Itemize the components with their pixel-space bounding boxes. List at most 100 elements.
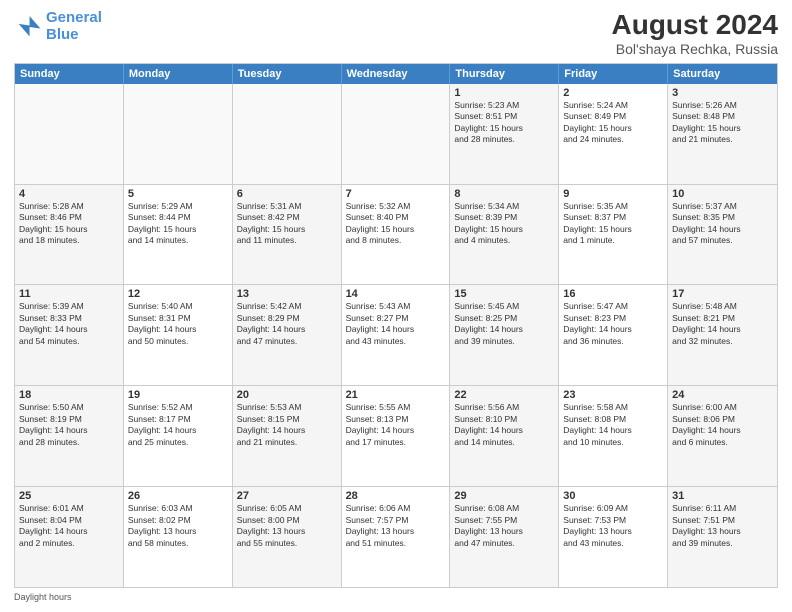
calendar-cell: 26Sunrise: 6:03 AMSunset: 8:02 PMDayligh…: [124, 487, 233, 587]
calendar-cell: 8Sunrise: 5:34 AMSunset: 8:39 PMDaylight…: [450, 185, 559, 285]
calendar-cell: 14Sunrise: 5:43 AMSunset: 8:27 PMDayligh…: [342, 285, 451, 385]
calendar-week-5: 25Sunrise: 6:01 AMSunset: 8:04 PMDayligh…: [15, 486, 777, 587]
calendar-cell: 31Sunrise: 6:11 AMSunset: 7:51 PMDayligh…: [668, 487, 777, 587]
calendar-cell: 15Sunrise: 5:45 AMSunset: 8:25 PMDayligh…: [450, 285, 559, 385]
day-number: 1: [454, 87, 554, 99]
day-number: 8: [454, 188, 554, 200]
day-number: 2: [563, 87, 663, 99]
calendar-cell: 27Sunrise: 6:05 AMSunset: 8:00 PMDayligh…: [233, 487, 342, 587]
day-number: 10: [672, 188, 773, 200]
day-number: 17: [672, 288, 773, 300]
calendar-cell: 17Sunrise: 5:48 AMSunset: 8:21 PMDayligh…: [668, 285, 777, 385]
day-number: 23: [563, 389, 663, 401]
calendar-cell: 23Sunrise: 5:58 AMSunset: 8:08 PMDayligh…: [559, 386, 668, 486]
day-info: Sunrise: 5:48 AMSunset: 8:21 PMDaylight:…: [672, 301, 773, 347]
day-number: 27: [237, 490, 337, 502]
calendar-week-4: 18Sunrise: 5:50 AMSunset: 8:19 PMDayligh…: [15, 385, 777, 486]
day-number: 4: [19, 188, 119, 200]
footer-text: Daylight hours: [14, 592, 72, 602]
day-number: 11: [19, 288, 119, 300]
calendar-cell: 11Sunrise: 5:39 AMSunset: 8:33 PMDayligh…: [15, 285, 124, 385]
day-header-monday: Monday: [124, 64, 233, 84]
calendar-cell: 24Sunrise: 6:00 AMSunset: 8:06 PMDayligh…: [668, 386, 777, 486]
title-block: August 2024 Bol'shaya Rechka, Russia: [612, 10, 779, 57]
day-info: Sunrise: 5:35 AMSunset: 8:37 PMDaylight:…: [563, 201, 663, 247]
calendar-cell: 1Sunrise: 5:23 AMSunset: 8:51 PMDaylight…: [450, 84, 559, 184]
day-number: 28: [346, 490, 446, 502]
day-header-friday: Friday: [559, 64, 668, 84]
day-number: 15: [454, 288, 554, 300]
day-number: 26: [128, 490, 228, 502]
day-info: Sunrise: 5:23 AMSunset: 8:51 PMDaylight:…: [454, 100, 554, 146]
day-info: Sunrise: 5:37 AMSunset: 8:35 PMDaylight:…: [672, 201, 773, 247]
day-number: 21: [346, 389, 446, 401]
calendar-cell: 5Sunrise: 5:29 AMSunset: 8:44 PMDaylight…: [124, 185, 233, 285]
day-number: 20: [237, 389, 337, 401]
day-header-sunday: Sunday: [15, 64, 124, 84]
day-number: 22: [454, 389, 554, 401]
day-header-wednesday: Wednesday: [342, 64, 451, 84]
day-number: 5: [128, 188, 228, 200]
calendar-cell: [15, 84, 124, 184]
calendar-cell: 20Sunrise: 5:53 AMSunset: 8:15 PMDayligh…: [233, 386, 342, 486]
day-info: Sunrise: 5:53 AMSunset: 8:15 PMDaylight:…: [237, 402, 337, 448]
calendar-header: SundayMondayTuesdayWednesdayThursdayFrid…: [15, 64, 777, 84]
day-info: Sunrise: 5:47 AMSunset: 8:23 PMDaylight:…: [563, 301, 663, 347]
day-info: Sunrise: 6:09 AMSunset: 7:53 PMDaylight:…: [563, 503, 663, 549]
day-number: 9: [563, 188, 663, 200]
header: General Blue August 2024 Bol'shaya Rechk…: [14, 10, 778, 57]
day-number: 16: [563, 288, 663, 300]
calendar-cell: 19Sunrise: 5:52 AMSunset: 8:17 PMDayligh…: [124, 386, 233, 486]
day-info: Sunrise: 5:56 AMSunset: 8:10 PMDaylight:…: [454, 402, 554, 448]
day-info: Sunrise: 5:52 AMSunset: 8:17 PMDaylight:…: [128, 402, 228, 448]
calendar-cell: 4Sunrise: 5:28 AMSunset: 8:46 PMDaylight…: [15, 185, 124, 285]
day-number: 13: [237, 288, 337, 300]
day-number: 30: [563, 490, 663, 502]
calendar-cell: 10Sunrise: 5:37 AMSunset: 8:35 PMDayligh…: [668, 185, 777, 285]
day-number: 6: [237, 188, 337, 200]
calendar-cell: 25Sunrise: 6:01 AMSunset: 8:04 PMDayligh…: [15, 487, 124, 587]
calendar-cell: 12Sunrise: 5:40 AMSunset: 8:31 PMDayligh…: [124, 285, 233, 385]
day-info: Sunrise: 6:06 AMSunset: 7:57 PMDaylight:…: [346, 503, 446, 549]
calendar-cell: 21Sunrise: 5:55 AMSunset: 8:13 PMDayligh…: [342, 386, 451, 486]
day-number: 12: [128, 288, 228, 300]
calendar-cell: 30Sunrise: 6:09 AMSunset: 7:53 PMDayligh…: [559, 487, 668, 587]
day-info: Sunrise: 5:45 AMSunset: 8:25 PMDaylight:…: [454, 301, 554, 347]
day-info: Sunrise: 6:01 AMSunset: 8:04 PMDaylight:…: [19, 503, 119, 549]
logo-line2: Blue: [46, 26, 79, 43]
day-info: Sunrise: 6:00 AMSunset: 8:06 PMDaylight:…: [672, 402, 773, 448]
day-info: Sunrise: 6:03 AMSunset: 8:02 PMDaylight:…: [128, 503, 228, 549]
page-subtitle: Bol'shaya Rechka, Russia: [612, 41, 779, 57]
calendar-cell: [233, 84, 342, 184]
calendar-cell: 3Sunrise: 5:26 AMSunset: 8:48 PMDaylight…: [668, 84, 777, 184]
day-info: Sunrise: 5:28 AMSunset: 8:46 PMDaylight:…: [19, 201, 119, 247]
day-number: 14: [346, 288, 446, 300]
calendar-cell: 2Sunrise: 5:24 AMSunset: 8:49 PMDaylight…: [559, 84, 668, 184]
calendar-body: 1Sunrise: 5:23 AMSunset: 8:51 PMDaylight…: [15, 84, 777, 587]
logo-line1: General: [46, 9, 102, 26]
calendar-cell: [342, 84, 451, 184]
day-info: Sunrise: 5:31 AMSunset: 8:42 PMDaylight:…: [237, 201, 337, 247]
day-info: Sunrise: 5:43 AMSunset: 8:27 PMDaylight:…: [346, 301, 446, 347]
day-number: 24: [672, 389, 773, 401]
day-number: 18: [19, 389, 119, 401]
day-info: Sunrise: 5:32 AMSunset: 8:40 PMDaylight:…: [346, 201, 446, 247]
day-info: Sunrise: 5:29 AMSunset: 8:44 PMDaylight:…: [128, 201, 228, 247]
page: General Blue August 2024 Bol'shaya Rechk…: [0, 0, 792, 612]
day-number: 25: [19, 490, 119, 502]
day-number: 7: [346, 188, 446, 200]
day-number: 3: [672, 87, 773, 99]
calendar-cell: 6Sunrise: 5:31 AMSunset: 8:42 PMDaylight…: [233, 185, 342, 285]
day-info: Sunrise: 5:55 AMSunset: 8:13 PMDaylight:…: [346, 402, 446, 448]
logo: General Blue: [14, 10, 102, 43]
calendar-week-3: 11Sunrise: 5:39 AMSunset: 8:33 PMDayligh…: [15, 284, 777, 385]
logo-text: General Blue: [46, 10, 102, 43]
day-info: Sunrise: 5:58 AMSunset: 8:08 PMDaylight:…: [563, 402, 663, 448]
day-number: 19: [128, 389, 228, 401]
day-header-saturday: Saturday: [668, 64, 777, 84]
logo-icon: [14, 13, 42, 41]
day-number: 31: [672, 490, 773, 502]
calendar: SundayMondayTuesdayWednesdayThursdayFrid…: [14, 63, 778, 588]
footer-note: Daylight hours: [14, 592, 778, 602]
calendar-cell: 28Sunrise: 6:06 AMSunset: 7:57 PMDayligh…: [342, 487, 451, 587]
